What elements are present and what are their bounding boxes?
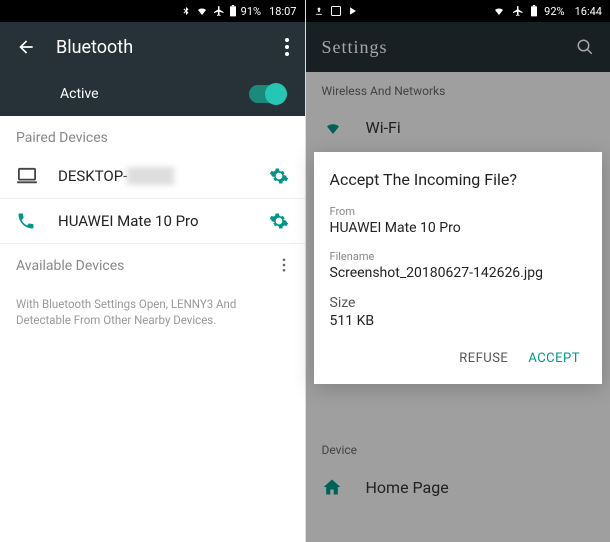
paired-devices-header: Paired Devices <box>0 116 305 154</box>
from-value: HUAWEI Mate 10 Pro <box>330 220 587 236</box>
play-icon <box>348 5 358 17</box>
discoverable-hint: With Bluetooth Settings Open, LENNY3 And… <box>0 282 305 342</box>
from-label: From <box>330 205 587 218</box>
laptop-icon <box>16 167 40 185</box>
page-title: Bluetooth <box>56 37 285 58</box>
airplane-icon <box>213 5 225 17</box>
refuse-button[interactable]: REFUSE <box>453 343 514 374</box>
status-time: 18:07 <box>269 5 296 18</box>
wifi-icon <box>492 5 506 17</box>
status-bar: 92% 16:44 <box>306 0 610 22</box>
paired-device[interactable]: DESKTOP-XXXXX <box>0 154 305 199</box>
top-bar: Bluetooth <box>0 22 305 72</box>
battery-percent: 91% <box>241 5 261 18</box>
bluetooth-icon <box>181 5 191 17</box>
device-name: DESKTOP-XXXXX <box>58 167 251 185</box>
refresh-icon[interactable] <box>281 258 287 272</box>
size-value: 511 KB <box>330 313 587 329</box>
accept-button[interactable]: ACCEPT <box>522 343 586 374</box>
phone-bluetooth: 91% 18:07 Bluetooth Active Paired Device… <box>0 0 306 542</box>
filename-label: Filename <box>330 250 587 263</box>
status-bar: 91% 18:07 <box>0 0 305 22</box>
filename-value: Screenshot_20180627-142626.jpg <box>330 265 587 281</box>
notification-icon <box>330 5 342 17</box>
device-name: HUAWEI Mate 10 Pro <box>58 212 251 230</box>
wifi-icon <box>195 5 209 17</box>
gear-icon[interactable] <box>269 166 289 186</box>
size-label: Size <box>330 295 587 311</box>
back-icon[interactable] <box>16 37 36 57</box>
bluetooth-toggle-row: Active <box>0 72 305 116</box>
accept-file-dialog: Accept The Incoming File? From HUAWEI Ma… <box>314 152 603 384</box>
dialog-actions: REFUSE ACCEPT <box>330 343 587 374</box>
available-devices-header: Available Devices <box>0 244 305 282</box>
phone-icon <box>16 211 40 231</box>
upload-icon <box>314 5 324 17</box>
more-icon[interactable] <box>285 38 289 56</box>
battery-icon <box>229 5 237 17</box>
gear-icon[interactable] <box>269 211 289 231</box>
phone-settings: 92% 16:44 Settings Wireless And Networks… <box>306 0 610 542</box>
paired-device[interactable]: HUAWEI Mate 10 Pro <box>0 199 305 244</box>
active-label: Active <box>20 86 249 102</box>
airplane-icon <box>512 5 524 17</box>
dialog-title: Accept The Incoming File? <box>330 170 587 189</box>
battery-percent: 92% <box>544 5 564 18</box>
status-time: 16:44 <box>575 5 602 18</box>
battery-icon <box>530 5 538 17</box>
bluetooth-toggle[interactable] <box>249 85 285 103</box>
